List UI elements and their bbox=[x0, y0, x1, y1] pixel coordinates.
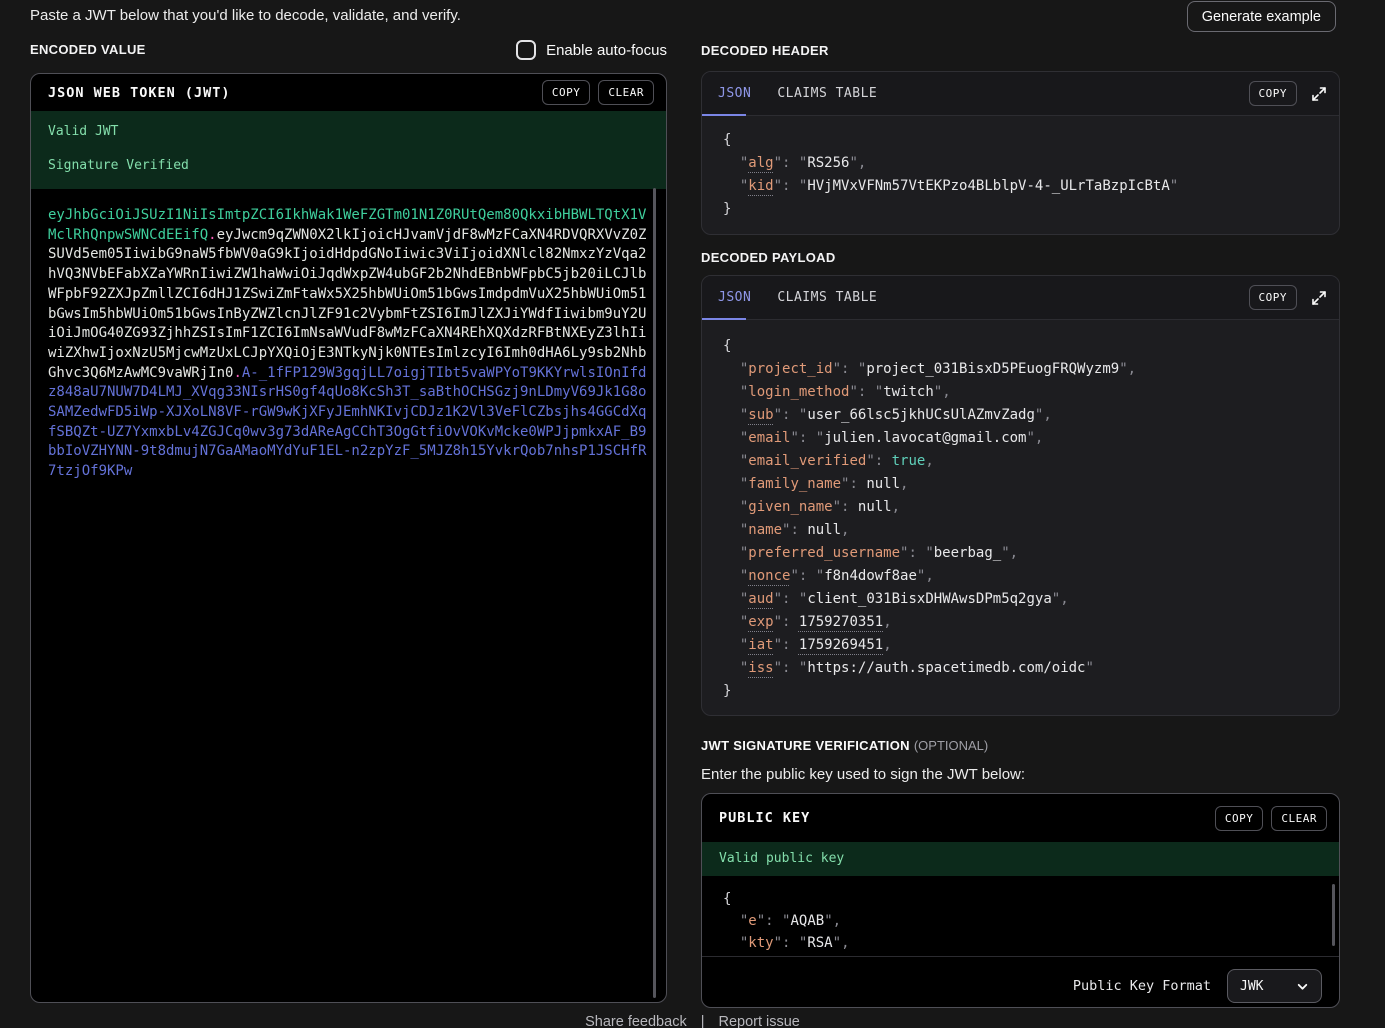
decoded-payload-json: { "project_id": "project_031BisxD5PEuogF… bbox=[702, 320, 1339, 703]
signature-verification-title: JWT SIGNATURE VERIFICATION (OPTIONAL) bbox=[701, 738, 1340, 753]
decoded-payload-tabbar: JSON CLAIMS TABLE COPY bbox=[702, 276, 1339, 320]
public-key-valid-status: Valid public key bbox=[719, 851, 1322, 866]
jwt-clear-button[interactable]: CLEAR bbox=[598, 80, 654, 105]
public-key-clear-button[interactable]: CLEAR bbox=[1271, 806, 1327, 831]
autofocus-checkbox[interactable] bbox=[516, 40, 536, 60]
active-tab-underline bbox=[702, 318, 746, 320]
public-key-json-editor[interactable]: { "e": "AQAB", "kty": "RSA",} bbox=[702, 876, 1339, 957]
tab-payload-json[interactable]: JSON bbox=[718, 290, 751, 305]
generate-example-button[interactable]: Generate example bbox=[1187, 1, 1336, 32]
tab-payload-claims-table[interactable]: CLAIMS TABLE bbox=[777, 290, 877, 305]
jwt-card-title: JSON WEB TOKEN (JWT) bbox=[48, 85, 231, 101]
public-key-instruction: Enter the public key used to sign the JW… bbox=[701, 766, 1340, 783]
jwt-valid-status: Valid JWT bbox=[48, 124, 649, 139]
autofocus-label: Enable auto-focus bbox=[546, 42, 667, 59]
share-feedback-link[interactable]: Share feedback bbox=[585, 1014, 687, 1028]
public-key-status-bar: Valid public key bbox=[702, 842, 1339, 876]
public-key-format-label: Public Key Format bbox=[1073, 978, 1211, 994]
jwt-status-bar: Valid JWT Signature Verified bbox=[31, 111, 666, 189]
public-key-card: PUBLIC KEY COPY CLEAR Valid public key {… bbox=[701, 793, 1340, 1008]
footer-divider: | bbox=[701, 1014, 705, 1028]
expand-icon bbox=[1311, 86, 1327, 102]
autofocus-control[interactable]: Enable auto-focus bbox=[516, 40, 667, 60]
jwt-editor-scrollbar[interactable] bbox=[653, 188, 656, 998]
decoded-header-tabbar: JSON CLAIMS TABLE COPY bbox=[702, 72, 1339, 116]
payload-copy-button[interactable]: COPY bbox=[1249, 285, 1298, 310]
expand-icon bbox=[1311, 290, 1327, 306]
public-key-format-value: JWK bbox=[1240, 979, 1263, 994]
active-tab-underline bbox=[702, 114, 746, 116]
decoded-column: DECODED HEADER JSON CLAIMS TABLE COPY { … bbox=[701, 40, 1340, 1008]
chevron-down-icon bbox=[1296, 980, 1309, 993]
decoded-header-card: JSON CLAIMS TABLE COPY { "alg": "RS256",… bbox=[701, 71, 1340, 235]
tab-header-claims-table[interactable]: CLAIMS TABLE bbox=[777, 86, 877, 101]
public-key-copy-button[interactable]: COPY bbox=[1215, 806, 1264, 831]
signature-verification-optional: (OPTIONAL) bbox=[914, 738, 988, 753]
jwt-card-header: JSON WEB TOKEN (JWT) COPY CLEAR bbox=[31, 74, 666, 111]
footer: Share feedback | Report issue bbox=[585, 1014, 800, 1028]
encoded-value-label: ENCODED VALUE bbox=[30, 42, 146, 58]
public-key-card-title: PUBLIC KEY bbox=[719, 810, 810, 826]
decoded-payload-card: JSON CLAIMS TABLE COPY { "project_id": "… bbox=[701, 275, 1340, 716]
jwt-signature-status: Signature Verified bbox=[48, 158, 649, 173]
jwt-card: JSON WEB TOKEN (JWT) COPY CLEAR Valid JW… bbox=[30, 73, 667, 1003]
report-issue-link[interactable]: Report issue bbox=[718, 1014, 799, 1028]
decoded-header-label: DECODED HEADER bbox=[701, 43, 1340, 59]
header-copy-button[interactable]: COPY bbox=[1249, 81, 1298, 106]
intro-text: Paste a JWT below that you'd like to dec… bbox=[30, 7, 461, 24]
decoded-header-json: { "alg": "RS256", "kid": "HVjMVxVFNm57Vt… bbox=[702, 116, 1339, 221]
header-expand-button[interactable] bbox=[1311, 86, 1327, 102]
signature-verification-title-text: JWT SIGNATURE VERIFICATION bbox=[701, 738, 910, 753]
encoded-column: ENCODED VALUE Enable auto-focus JSON WEB… bbox=[30, 40, 667, 1003]
payload-expand-button[interactable] bbox=[1311, 290, 1327, 306]
jwt-token-text[interactable]: eyJhbGciOiJSUzI1NiIsImtpZCI6IkhWak1WeFZG… bbox=[48, 206, 646, 482]
jwt-token-editor[interactable]: eyJhbGciOiJSUzI1NiIsImtpZCI6IkhWak1WeFZG… bbox=[31, 189, 666, 482]
public-key-card-header: PUBLIC KEY COPY CLEAR bbox=[702, 794, 1339, 842]
public-key-scrollbar[interactable] bbox=[1332, 884, 1335, 946]
public-key-format-select[interactable]: JWK bbox=[1227, 969, 1322, 1003]
decoded-payload-label: DECODED PAYLOAD bbox=[701, 250, 1340, 266]
jwt-copy-button[interactable]: COPY bbox=[542, 80, 591, 105]
public-key-format-bar: Public Key Format JWK bbox=[702, 957, 1339, 1003]
tab-header-json[interactable]: JSON bbox=[718, 86, 751, 101]
